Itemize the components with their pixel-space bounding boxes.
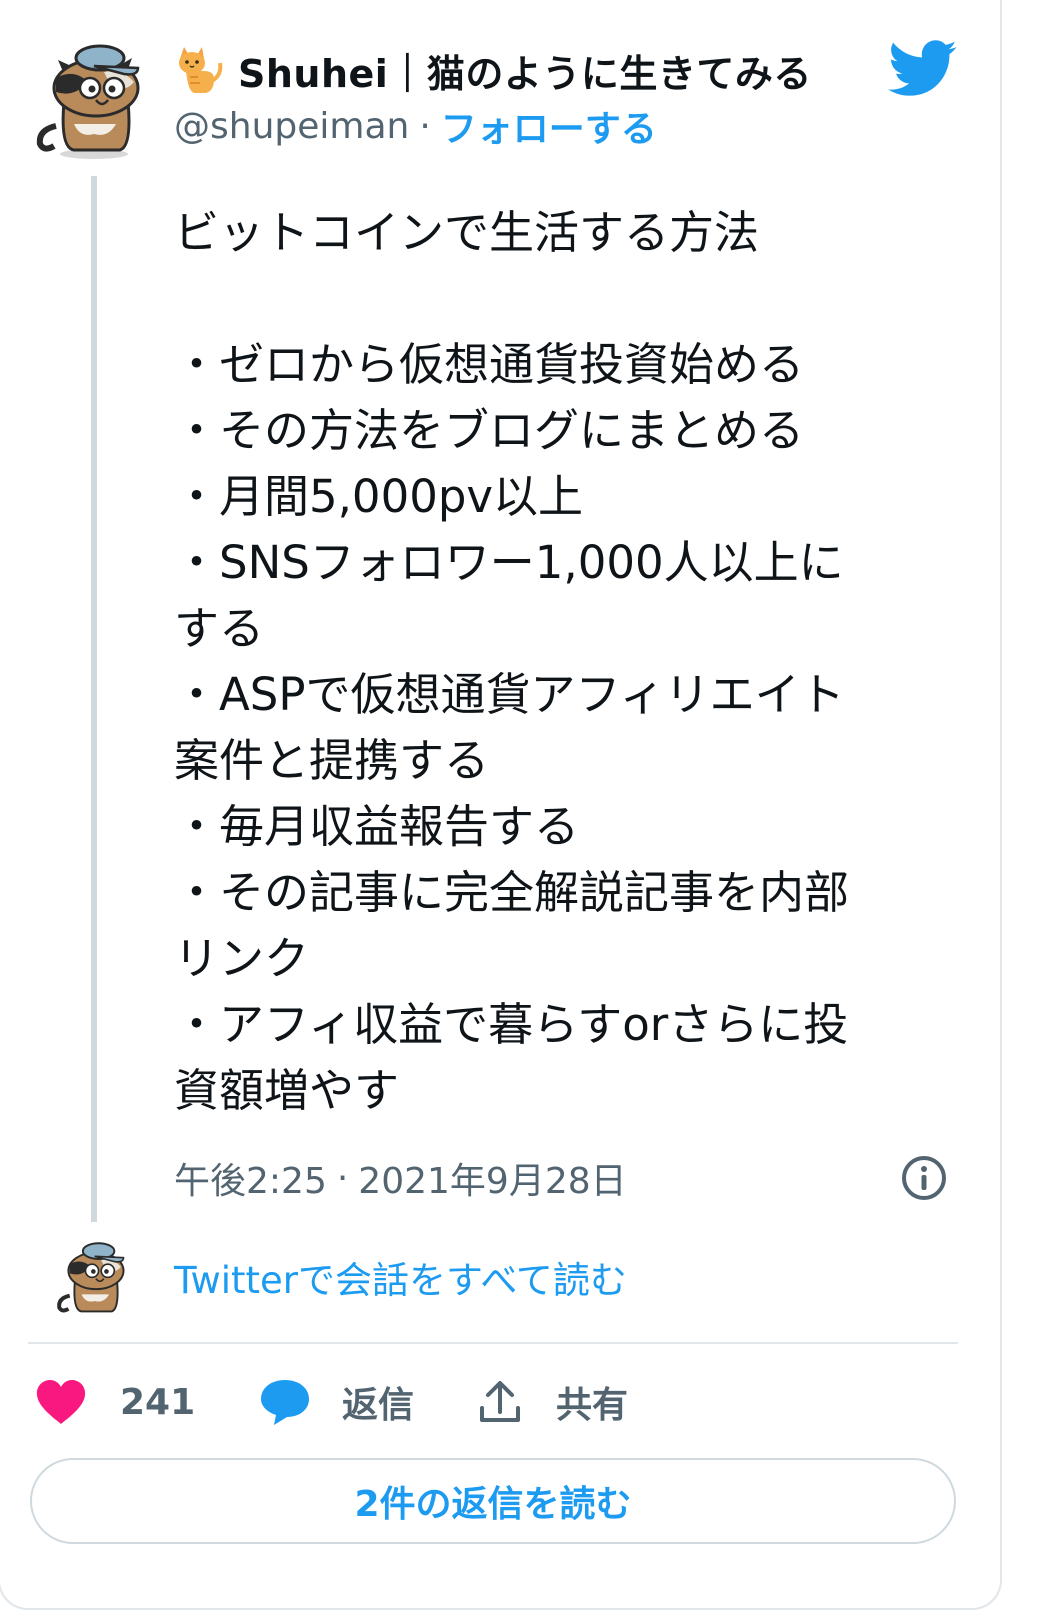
divider <box>28 1342 958 1344</box>
tweet-line: する <box>174 602 265 655</box>
tweet-line: ・ゼロから仮想通貨投資始める <box>174 338 805 391</box>
heart-icon <box>36 1380 86 1424</box>
author-name-row[interactable]: Shuhei｜猫のように生きてみる <box>174 42 812 98</box>
tweet-line: 資額増やす <box>174 1064 400 1117</box>
twitter-bird-icon[interactable] <box>888 40 958 98</box>
tweet-line: ・その方法をブログにまとめる <box>174 404 805 457</box>
tweet-line: ・SNSフォロワー1,000人以上に <box>174 536 844 589</box>
tweet-line: ビットコインで生活する方法 <box>174 206 760 259</box>
tweet-line: ・アフィ収益で暮らすorさらに投 <box>174 998 849 1051</box>
action-bar: 241 返信 共有 <box>36 1372 956 1432</box>
tweet-blank-line <box>174 266 964 332</box>
author-avatar-small[interactable] <box>54 1238 134 1318</box>
read-replies-button[interactable]: 2件の返信を読む <box>30 1458 956 1544</box>
tweet-line: ・月間5,000pv以上 <box>174 470 584 523</box>
tweet-date: 2021年9月28日 <box>358 1161 627 1202</box>
author-handle-row: @shupeiman · フォローする <box>174 100 657 152</box>
reply-label: 返信 <box>342 1385 415 1426</box>
separator-dot: · <box>336 1157 349 1199</box>
tweet-time: 午後2:25 <box>174 1161 327 1202</box>
tweet-line: ・ASPで仮想通貨アフィリエイト <box>174 668 845 721</box>
read-conversation-link[interactable]: Twitterで会話をすべて読む <box>174 1250 627 1304</box>
separator-dot: · <box>419 105 431 147</box>
share-upload-icon <box>480 1381 520 1422</box>
tweet-text: ビットコインで生活する方法 ・ゼロから仮想通貨投資始める ・その方法をブログにま… <box>174 200 964 1124</box>
thread-line <box>91 176 97 1222</box>
speech-bubble-icon <box>261 1380 309 1425</box>
author-avatar[interactable] <box>34 38 152 160</box>
cat-emoji-icon <box>179 47 223 93</box>
info-icon[interactable] <box>900 1154 948 1202</box>
tweet-timestamp[interactable]: 午後2:25 · 2021年9月28日 <box>174 1150 627 1206</box>
share-label: 共有 <box>556 1385 629 1426</box>
reply-button[interactable]: 返信 <box>260 1372 414 1432</box>
tweet-line: ・その記事に完全解説記事を内部 <box>174 866 850 919</box>
author-handle[interactable]: @shupeiman <box>174 106 409 147</box>
share-button[interactable]: 共有 <box>476 1372 628 1432</box>
follow-button[interactable]: フォローする <box>441 100 657 152</box>
tweet-line: ・毎月収益報告する <box>174 800 580 853</box>
like-count: 241 <box>120 1381 196 1423</box>
like-button[interactable]: 241 <box>36 1372 195 1432</box>
tweet-line: 案件と提携する <box>174 734 490 787</box>
author-display-name[interactable]: Shuhei｜猫のように生きてみる <box>238 43 812 98</box>
tweet-line: リンク <box>174 932 310 985</box>
